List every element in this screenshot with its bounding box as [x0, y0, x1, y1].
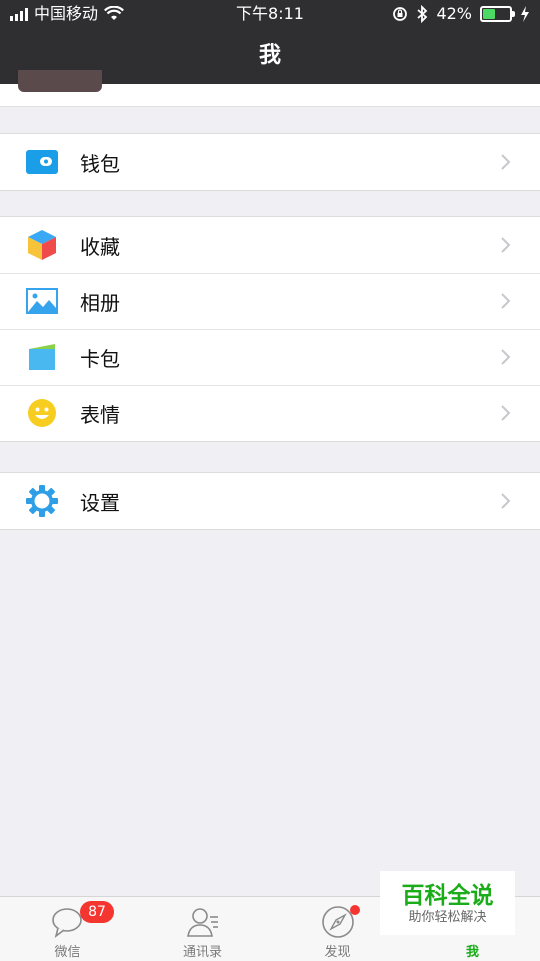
menu-label: 相册: [80, 290, 120, 315]
battery-percent: 42%: [436, 4, 472, 23]
tab-chats[interactable]: 87 微信: [0, 897, 135, 961]
contacts-icon: [186, 908, 218, 937]
avatar[interactable]: [18, 70, 102, 92]
menu-label: 表情: [80, 402, 120, 427]
new-content-dot: [350, 905, 360, 915]
menu-item-album[interactable]: 相册: [0, 273, 540, 329]
chevron-right-icon: [501, 493, 511, 509]
chevron-right-icon: [501, 349, 511, 365]
card-wallet-icon: [26, 341, 58, 373]
chevron-right-icon: [501, 154, 511, 170]
bluetooth-icon: [417, 5, 428, 23]
status-bar: 中国移动 下午8:11 42%: [0, 0, 540, 28]
menu-item-wallet[interactable]: 钱包: [0, 134, 540, 190]
gear-icon: [26, 485, 58, 517]
chevron-right-icon: [501, 237, 511, 253]
menu-group-settings: 设置: [0, 472, 540, 530]
menu-group-main: 收藏 相册 卡包 表情: [0, 216, 540, 442]
menu-label: 收藏: [80, 234, 120, 259]
menu-item-cards[interactable]: 卡包: [0, 329, 540, 385]
watermark-title: 百科全说: [401, 883, 494, 909]
favorites-cube-icon: [26, 229, 58, 261]
menu-group-wallet: 钱包: [0, 133, 540, 191]
tab-contacts[interactable]: 通讯录: [135, 897, 270, 961]
tab-label: 发现: [324, 945, 351, 960]
unread-badge: 87: [80, 901, 114, 923]
menu-label: 卡包: [80, 346, 120, 371]
status-right: 42%: [392, 0, 530, 28]
tab-label: 微信: [54, 945, 81, 960]
tab-label: 通讯录: [182, 945, 222, 960]
menu-item-settings[interactable]: 设置: [0, 473, 540, 529]
menu-item-stickers[interactable]: 表情: [0, 385, 540, 441]
chevron-right-icon: [501, 293, 511, 309]
album-photo-icon: [26, 285, 58, 317]
tab-label: 我: [465, 945, 479, 960]
watermark-logo: 百科全说 助你轻松解决: [380, 871, 515, 935]
smiley-icon: [26, 397, 58, 429]
chevron-right-icon: [501, 405, 511, 421]
menu-label: 钱包: [80, 151, 120, 176]
rotation-lock-icon: [393, 7, 408, 21]
charging-icon: [521, 6, 529, 22]
wallet-icon: [26, 146, 58, 178]
watermark-subtitle: 助你轻松解决: [408, 910, 487, 925]
battery-icon: [480, 6, 515, 22]
menu-label: 设置: [80, 490, 120, 515]
menu-item-favorites[interactable]: 收藏: [0, 217, 540, 273]
profile-card[interactable]: [0, 70, 540, 107]
